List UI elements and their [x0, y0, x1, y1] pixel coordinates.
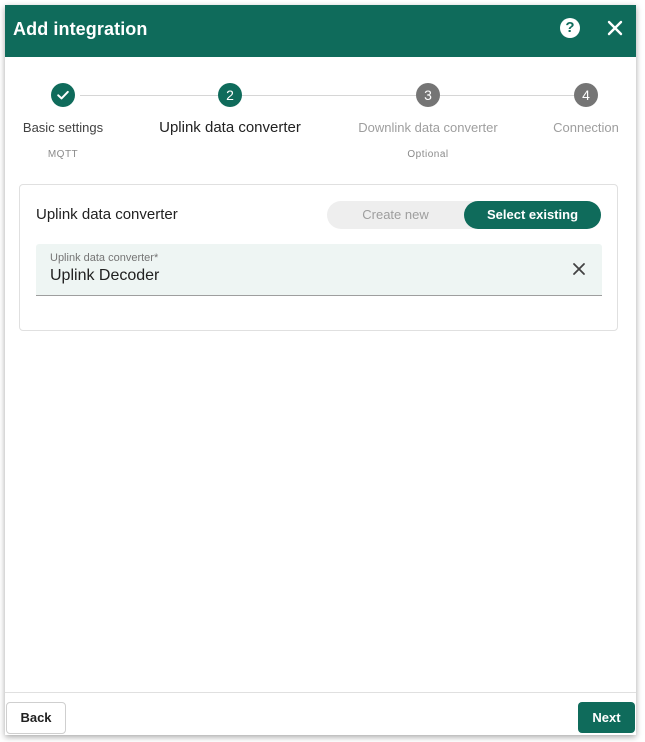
create-new-option[interactable]: Create new — [327, 201, 464, 229]
step-3-label[interactable]: Downlink data converter — [358, 120, 497, 135]
dialog-footer: Back Next — [5, 692, 636, 735]
step-2-circle[interactable]: 2 — [218, 83, 242, 107]
uplink-converter-field-label: Uplink data converter* — [50, 252, 159, 264]
dialog-header: Add integration ? — [5, 5, 636, 57]
help-icon[interactable]: ? — [560, 18, 580, 38]
converter-card-title: Uplink data converter — [36, 206, 178, 223]
clear-icon[interactable] — [570, 260, 588, 278]
close-icon[interactable] — [604, 17, 626, 39]
uplink-converter-field[interactable]: Uplink data converter* Uplink Decoder — [36, 244, 602, 296]
back-button[interactable]: Back — [6, 702, 66, 734]
select-existing-option[interactable]: Select existing — [464, 201, 601, 229]
step-4-label[interactable]: Connection — [553, 120, 619, 135]
step-connector — [80, 95, 218, 96]
converter-card: Uplink data converter Create new Select … — [19, 184, 618, 331]
stepper: 2 3 4 Basic settings MQTT Uplink data co… — [5, 57, 636, 177]
step-connector — [242, 95, 416, 96]
dialog-title: Add integration — [13, 19, 148, 39]
add-integration-dialog: Add integration ? 2 3 4 Basic settings M… — [5, 5, 636, 735]
step-connector — [440, 95, 574, 96]
step-4-circle[interactable]: 4 — [574, 83, 598, 107]
next-button[interactable]: Next — [578, 702, 635, 733]
uplink-converter-field-value[interactable]: Uplink Decoder — [50, 267, 159, 285]
converter-mode-toggle: Create new Select existing — [327, 201, 601, 229]
step-2-label[interactable]: Uplink data converter — [159, 119, 301, 136]
step-1-sublabel: MQTT — [47, 149, 79, 160]
step-3-sublabel: Optional — [407, 149, 449, 160]
step-3-circle[interactable]: 3 — [416, 83, 440, 107]
step-1-check-icon[interactable] — [51, 83, 75, 107]
step-1-label[interactable]: Basic settings — [23, 120, 103, 135]
